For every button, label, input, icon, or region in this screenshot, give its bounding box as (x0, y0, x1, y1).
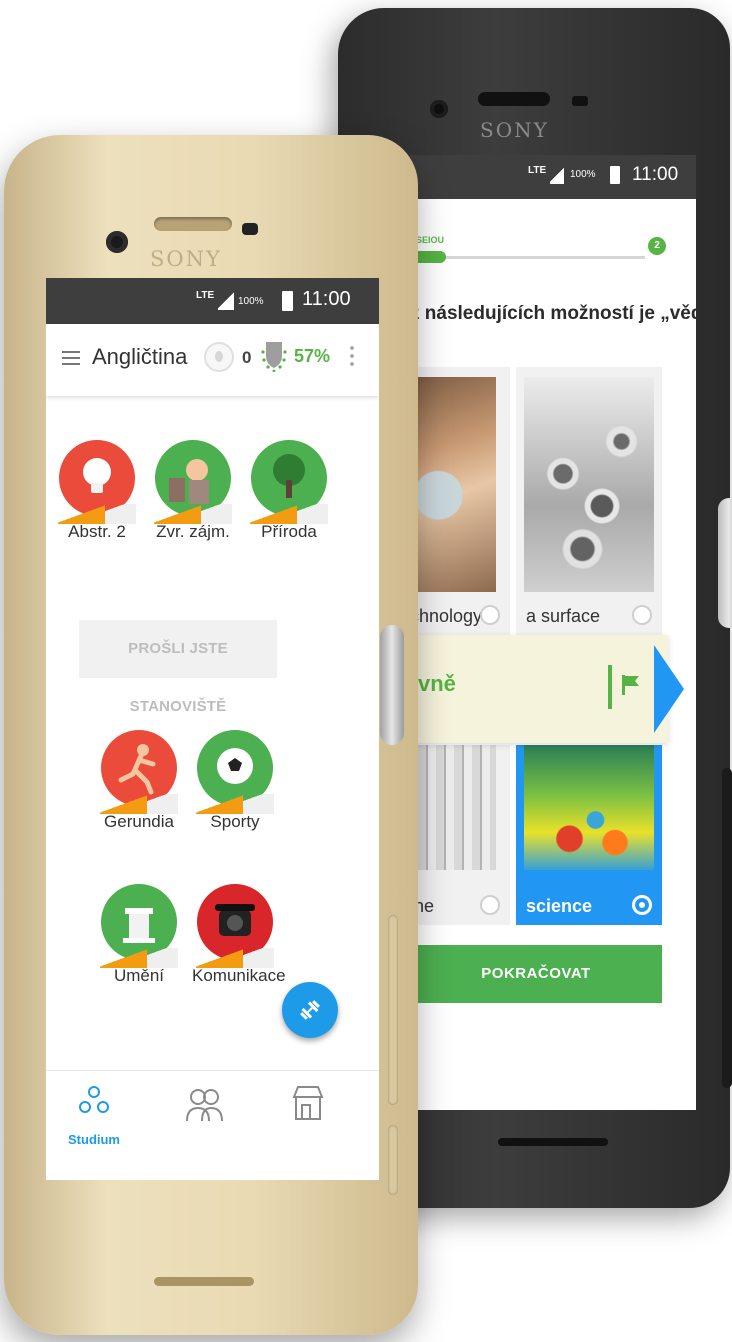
network-label: LTE (196, 290, 215, 301)
option-caption: a surface (526, 606, 601, 626)
brand-logo: SONY (480, 118, 549, 142)
lingot-icon[interactable] (204, 342, 234, 372)
feedback-banner: vně (410, 635, 668, 743)
battery-percent: 100% (238, 296, 264, 307)
question-text: z následujících možností je „věda“? (410, 303, 696, 324)
course-screen: LTE 100% 11:00 Angličtina 0 57% Abstr. 2… (46, 278, 379, 1180)
earpiece (478, 92, 550, 106)
skill-priroda[interactable]: Příroda (246, 440, 332, 542)
volume-rocker[interactable] (722, 768, 732, 1088)
option-card-machine[interactable]: ine (410, 745, 510, 925)
skill-sporty[interactable]: Sporty (192, 730, 278, 832)
proximity-sensor (242, 223, 258, 235)
option-radio-selected[interactable] (632, 895, 652, 915)
nav-label: Studium (68, 1132, 120, 1147)
battery-icon (282, 291, 293, 311)
option-card-science[interactable]: science (516, 745, 662, 925)
status-bar: LTE 100% 11:00 (46, 278, 379, 324)
goal-shield-icon[interactable] (260, 340, 288, 372)
skill-strength-bar (250, 504, 328, 524)
clock: 11:00 (632, 164, 679, 185)
skill-komunikace[interactable]: Komunikace (192, 884, 286, 986)
shop-icon (292, 1086, 324, 1120)
brand-logo: SONY (150, 247, 222, 271)
study-icon (79, 1086, 109, 1113)
power-button[interactable] (380, 625, 404, 745)
front-camera (430, 100, 448, 118)
more-options-icon[interactable] (350, 344, 354, 366)
option-image (410, 745, 496, 870)
skill-strength-bar (100, 794, 178, 814)
skill-label: Příroda (261, 522, 317, 541)
option-radio[interactable] (480, 895, 500, 915)
option-caption: science (526, 896, 593, 916)
option-radio[interactable] (480, 605, 500, 625)
nav-tab-friends[interactable] (164, 1083, 244, 1128)
daily-goal-percent: 57% (294, 346, 331, 366)
flag-icon[interactable] (622, 675, 640, 695)
front-camera (106, 231, 128, 253)
skill-strength-bar (196, 948, 274, 968)
skill-zvr-zajm[interactable]: Zvr. zájm. (150, 440, 236, 542)
skill-label: Zvr. zájm. (156, 522, 230, 541)
speaker-grille (154, 1277, 254, 1286)
option-image (524, 745, 654, 870)
practice-fab[interactable] (282, 982, 338, 1038)
speaker-grille (498, 1138, 608, 1146)
friends-icon (186, 1089, 223, 1122)
option-caption: chnology (410, 606, 483, 626)
earpiece (154, 217, 232, 231)
course-title[interactable]: Angličtina (92, 344, 187, 370)
signal-icon (218, 290, 234, 310)
nav-tab-studium[interactable]: Studium (54, 1083, 134, 1147)
feedback-divider (608, 665, 612, 709)
status-bar: LTE 100% 11:00 (410, 155, 696, 199)
skill-label: Gerundia (104, 812, 174, 831)
battery-percent: 100% (570, 169, 596, 180)
continue-button[interactable]: POKRAČOVAT (410, 945, 662, 1003)
bottom-navigation: Studium (46, 1070, 379, 1180)
option-radio[interactable] (632, 605, 652, 625)
skill-label: Sporty (210, 812, 260, 831)
skill-strength-bar (58, 504, 136, 524)
clock: 11:00 (302, 288, 351, 310)
banner-accent (654, 645, 684, 733)
skill-label: Komunikace (192, 966, 286, 985)
skill-strength-bar (196, 794, 274, 814)
power-button[interactable] (718, 498, 732, 628)
quiz-screen: LTE 100% 11:00 SEIOU 2 z následujících m… (410, 155, 696, 1110)
checkpoint-badge[interactable]: PROŠLI JSTE STANOVIŠTĚ (79, 620, 277, 715)
dumbbell-icon (300, 1000, 320, 1020)
volume-rocker[interactable] (388, 915, 398, 1105)
network-label: LTE (528, 165, 547, 176)
skill-strength-bar (100, 948, 178, 968)
option-card-technology[interactable]: chnology (410, 367, 510, 635)
lingot-count: 0 (242, 348, 252, 367)
skill-umeni[interactable]: Umění (96, 884, 182, 986)
option-card-surface[interactable]: a surface (516, 367, 662, 635)
proximity-sensor (572, 96, 588, 106)
app-bar: Angličtina 0 57% (46, 324, 379, 396)
progress-step: 2 (648, 237, 666, 255)
feedback-text: vně (418, 671, 456, 696)
skill-abstr-2[interactable]: Abstr. 2 (54, 440, 140, 542)
skill-label: Abstr. 2 (68, 522, 126, 541)
progress-label: SEIOU (416, 235, 445, 245)
skill-strength-bar (154, 504, 232, 524)
skill-label: Umění (113, 966, 165, 985)
option-image (524, 377, 654, 592)
signal-icon (550, 166, 564, 184)
battery-icon (610, 166, 620, 184)
camera-button[interactable] (388, 1125, 398, 1195)
skill-gerundia[interactable]: Gerundia (96, 730, 182, 832)
option-image (410, 377, 496, 592)
menu-icon[interactable] (62, 351, 80, 365)
nav-tab-shop[interactable] (268, 1083, 348, 1128)
